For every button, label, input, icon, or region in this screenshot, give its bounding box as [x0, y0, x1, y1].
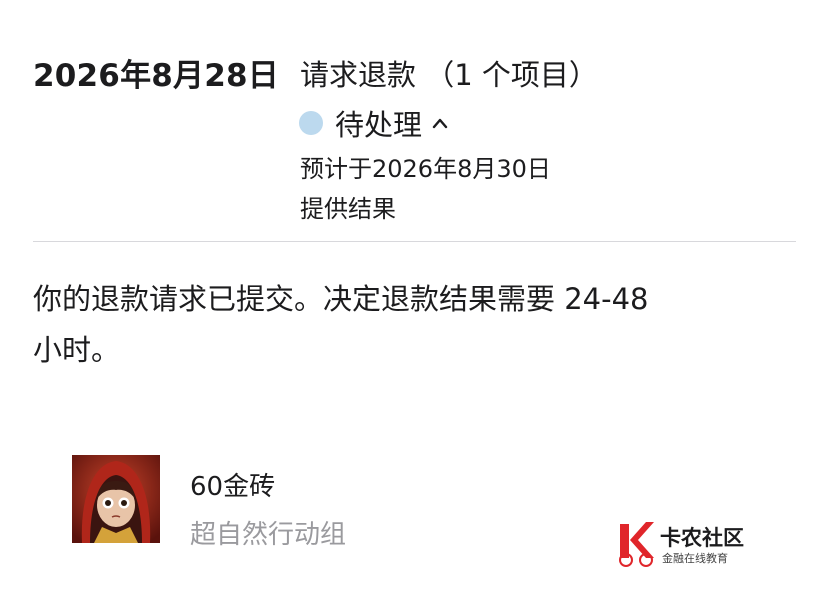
refund-message-line2: 小时。	[33, 333, 121, 367]
refund-message-line1: 你的退款请求已提交。决定退款结果需要 24-48	[33, 282, 649, 316]
expected-result: 预计于2026年8月30日 提供结果	[300, 149, 551, 229]
divider	[33, 241, 796, 242]
status-label: 待处理	[335, 108, 423, 142]
watermark-subtitle: 金融在线教育	[662, 551, 728, 565]
refund-message: 你的退款请求已提交。决定退款结果需要 24-48 小时。	[33, 274, 773, 376]
item-name: 60金砖	[190, 472, 276, 502]
watermark-logo: 卡农社区 金融在线教育	[614, 518, 764, 568]
item-thumbnail	[72, 455, 160, 543]
expected-date-line: 预计于2026年8月30日	[300, 155, 551, 183]
watermark-title: 卡农社区	[660, 526, 744, 550]
status-dot-icon	[299, 111, 323, 135]
chevron-up-icon	[432, 118, 448, 129]
kanong-logo-icon: 卡农社区 金融在线教育	[619, 522, 744, 567]
expected-result-line: 提供结果	[300, 195, 396, 223]
status-toggle[interactable]: 待处理	[299, 102, 448, 144]
request-date: 2026年8月28日	[33, 58, 279, 94]
request-title: 请求退款 （1 个项目）	[300, 58, 598, 92]
character-portrait-image	[72, 455, 160, 543]
item-developer: 超自然行动组	[190, 520, 347, 550]
